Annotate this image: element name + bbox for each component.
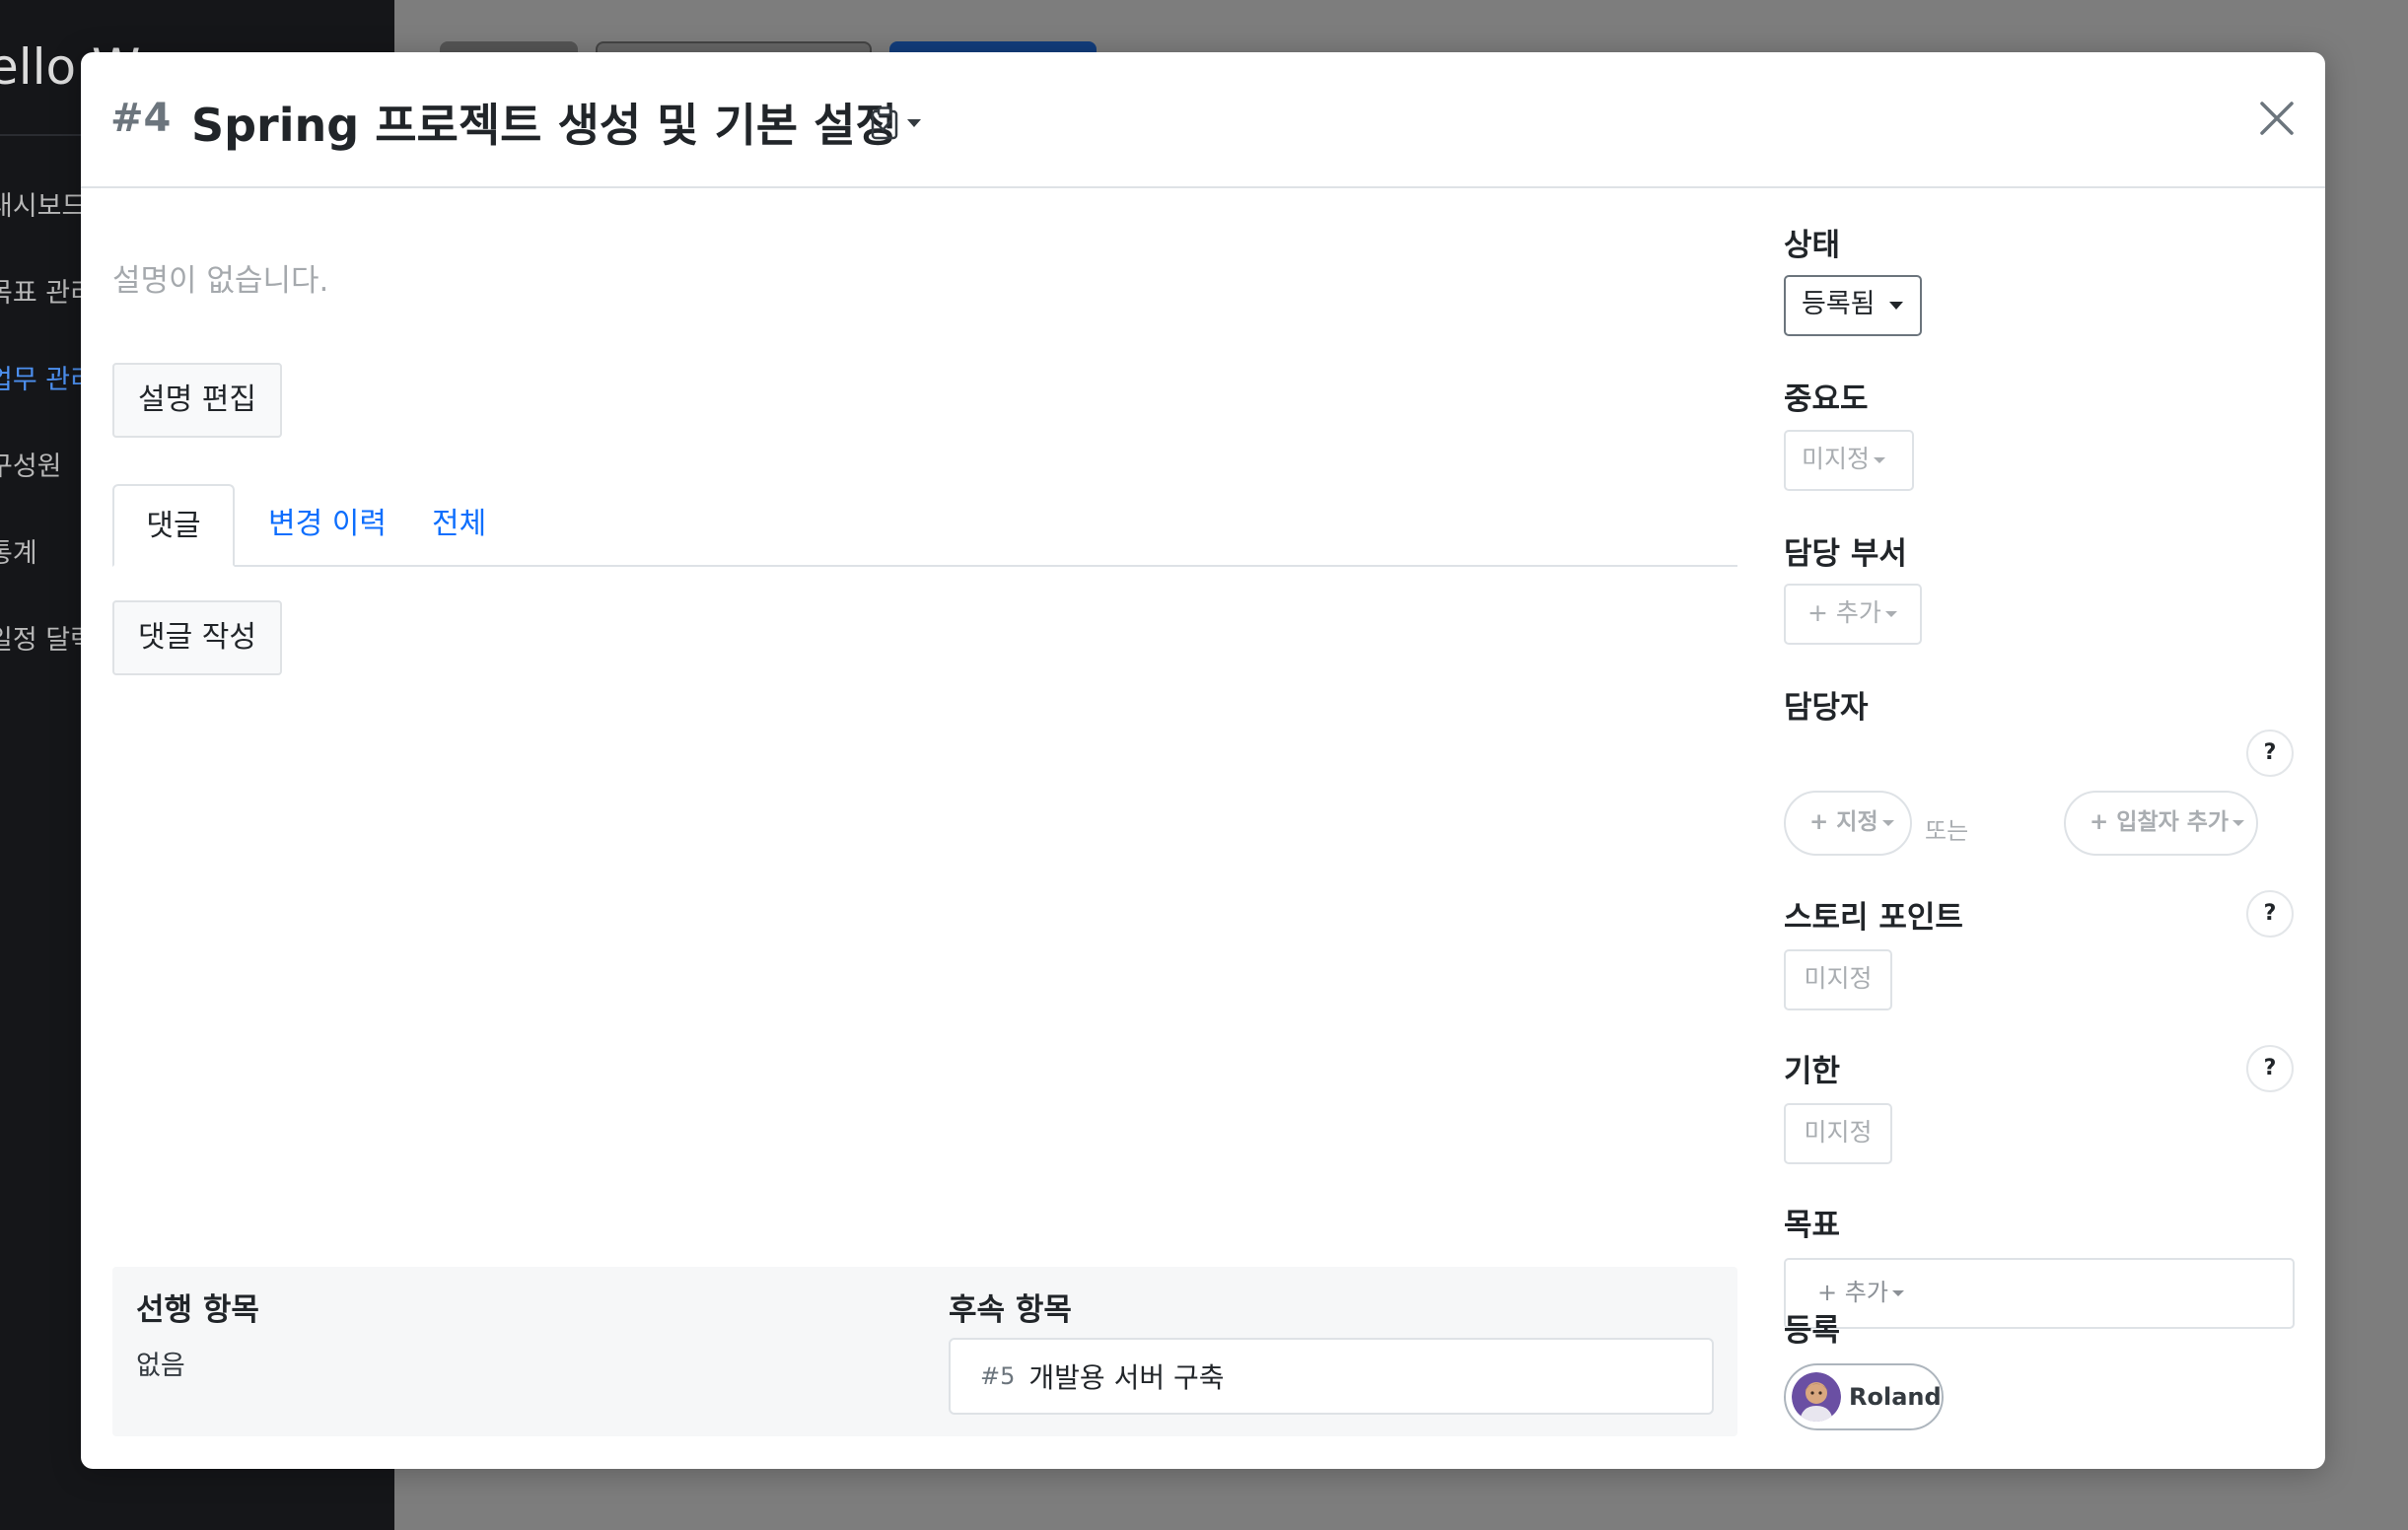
tab-all[interactable]: 전체	[432, 484, 486, 567]
user-avatar-icon	[1792, 1372, 1841, 1422]
priority-dropdown[interactable]: 미지정	[1784, 430, 1914, 491]
successors-title: 후속 항목	[949, 1292, 1072, 1328]
or-text: 또는	[1925, 817, 1969, 845]
avatar	[1792, 1372, 1841, 1422]
status-label: 상태	[1784, 228, 1841, 263]
department-add-text: + 추가	[1807, 598, 1881, 627]
department-add-dropdown[interactable]: + 추가	[1784, 584, 1922, 645]
reporter-chip[interactable]: Roland	[1784, 1363, 1944, 1430]
copy-link-dropdown[interactable]	[870, 104, 921, 143]
priority-value: 미지정	[1802, 445, 1871, 473]
add-participant-text: + 입찰자 추가	[2089, 809, 2230, 835]
chevron-down-icon	[2232, 819, 2245, 826]
clipboard-check-icon	[871, 106, 898, 140]
close-icon	[2260, 102, 2294, 135]
tab-history[interactable]: 변경 이력	[268, 484, 387, 567]
write-comment-button[interactable]: 댓글 작성	[112, 600, 282, 675]
chevron-down-icon	[1888, 301, 1903, 310]
registered-label: 등록	[1784, 1313, 1841, 1349]
chevron-down-icon	[1881, 819, 1894, 826]
successor-item[interactable]: #5 개발용 서버 구축	[949, 1338, 1714, 1415]
due-date-field[interactable]: 미지정	[1784, 1103, 1892, 1164]
story-points-label: 스토리 포인트	[1784, 900, 1963, 936]
issue-number: #4	[110, 96, 172, 141]
successor-number: #5	[980, 1362, 1016, 1390]
priority-label: 중요도	[1784, 382, 1869, 417]
chevron-down-icon	[1884, 611, 1897, 617]
assignee-help-button[interactable]: ?	[2246, 730, 2294, 777]
goal-add-dropdown[interactable]: + 추가	[1784, 1258, 2295, 1329]
due-label: 기한	[1784, 1054, 1841, 1089]
story-points-help-button[interactable]: ?	[2246, 890, 2294, 938]
close-button[interactable]	[2252, 94, 2302, 143]
reporter-name: Roland	[1849, 1383, 1942, 1411]
modal-header: #4 Spring 프로젝트 생성 및 기본 설정	[81, 52, 2325, 188]
goal-add-text: + 추가	[1817, 1279, 1888, 1306]
assign-button[interactable]: + 지정	[1784, 791, 1912, 856]
relations-panel: 선행 항목 없음 후속 항목 #5 개발용 서버 구축	[112, 1267, 1737, 1436]
add-participant-button[interactable]: + 입찰자 추가	[2064, 791, 2258, 856]
description-empty-text: 설명이 없습니다.	[112, 263, 329, 299]
goal-label: 목표	[1784, 1208, 1841, 1243]
issue-title: Spring 프로젝트 생성 및 기본 설정	[191, 99, 897, 152]
edit-description-button[interactable]: 설명 편집	[112, 363, 282, 438]
successor-title: 개발용 서버 구축	[1028, 1361, 1225, 1394]
predecessors-empty: 없음	[136, 1351, 185, 1381]
chevron-down-icon	[1891, 1290, 1904, 1296]
predecessors-title: 선행 항목	[136, 1292, 259, 1328]
chevron-down-icon	[907, 119, 921, 127]
tab-comments[interactable]: 댓글	[112, 484, 235, 567]
status-dropdown[interactable]: 등록됨	[1784, 275, 1922, 336]
department-label: 담당 부서	[1784, 536, 1907, 572]
due-help-button[interactable]: ?	[2246, 1045, 2294, 1092]
chevron-down-icon	[1874, 457, 1886, 463]
issue-modal: #4 Spring 프로젝트 생성 및 기본 설정 설명이 없습니다. 설명 편…	[81, 52, 2325, 1469]
assignee-label: 담당자	[1784, 690, 1869, 726]
activity-tabs: 댓글 변경 이력 전체	[112, 484, 1737, 567]
status-value: 등록됨	[1802, 289, 1876, 319]
story-points-field[interactable]: 미지정	[1784, 949, 1892, 1010]
assign-text: + 지정	[1809, 809, 1878, 835]
